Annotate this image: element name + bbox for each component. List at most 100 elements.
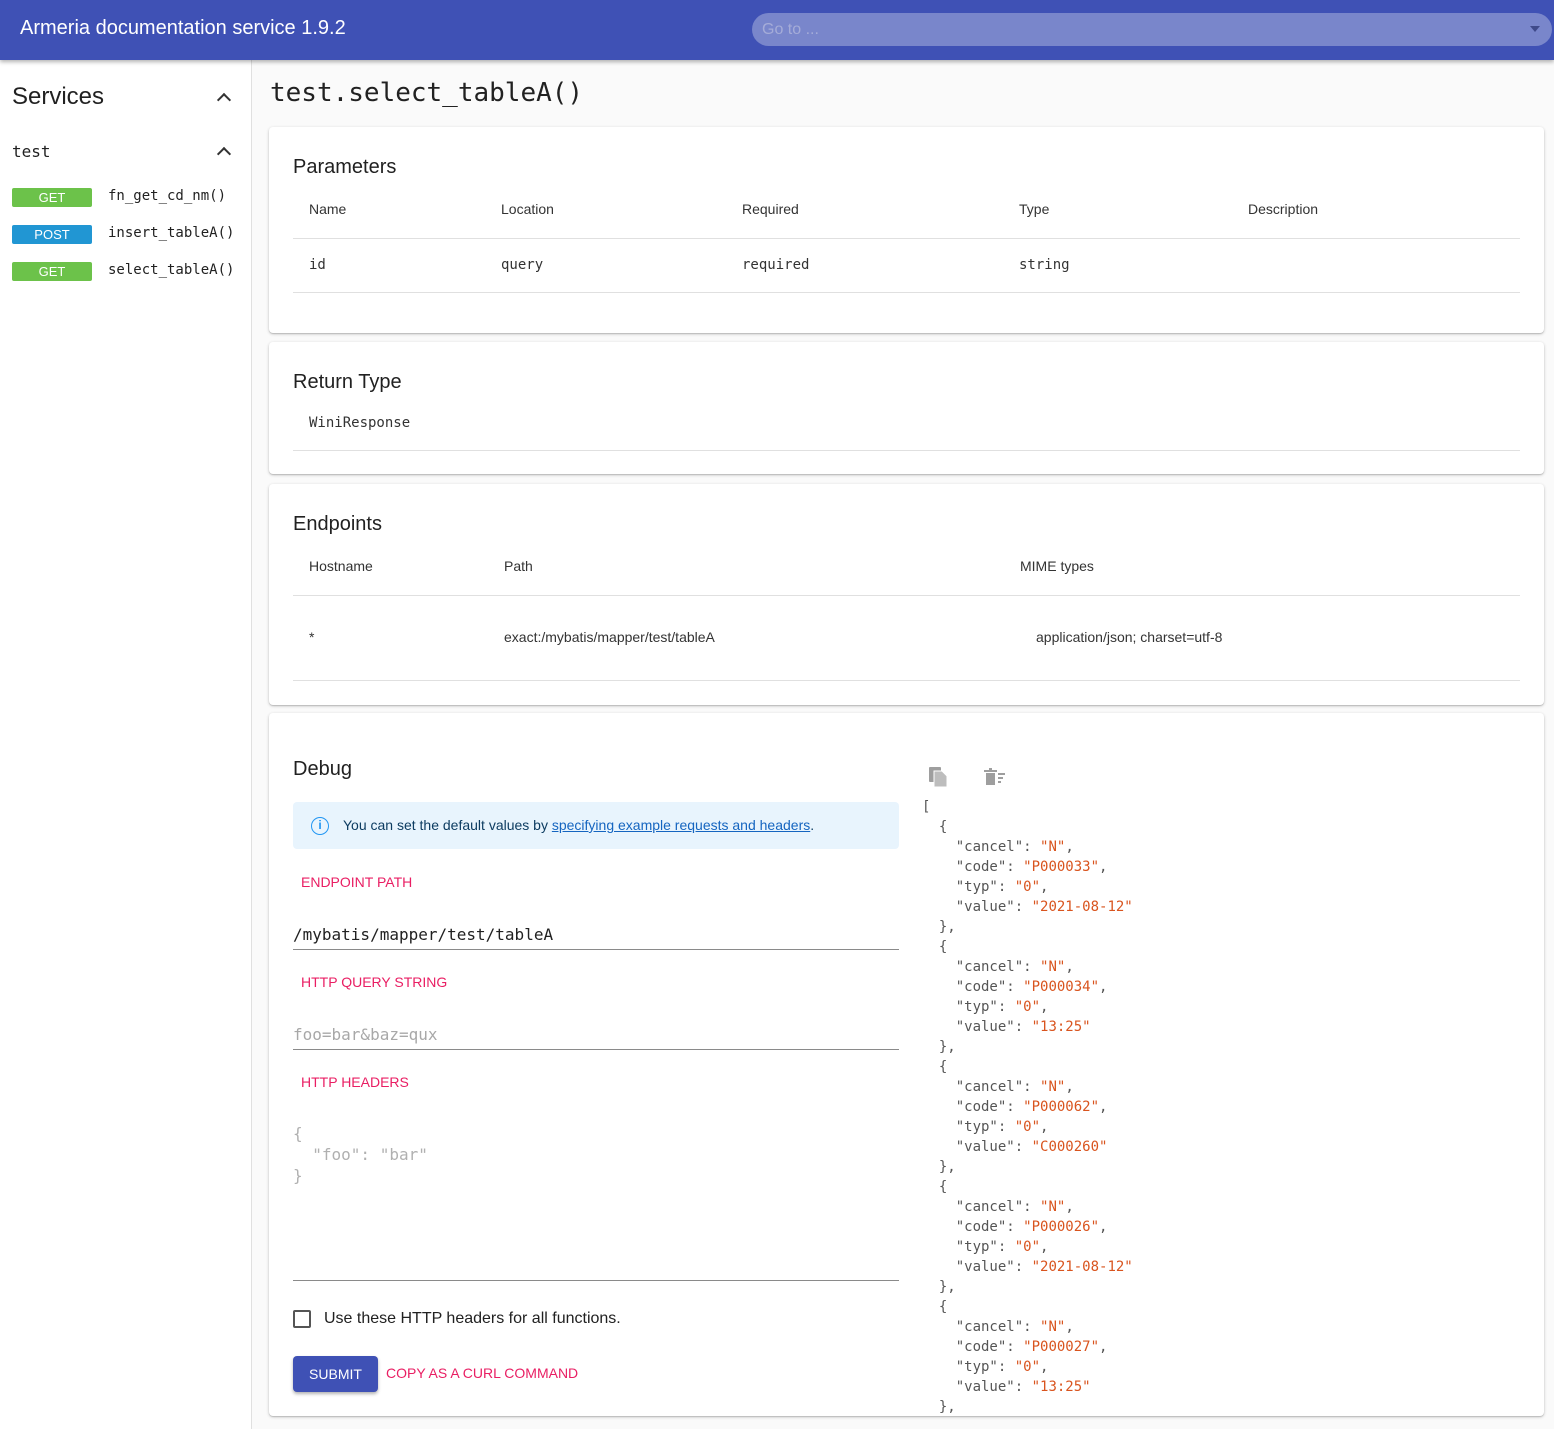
json-key: "code" bbox=[955, 1219, 1007, 1235]
query-string-input[interactable] bbox=[293, 1019, 899, 1049]
endpoints-heading: Endpoints bbox=[293, 513, 382, 535]
example-requests-link[interactable]: specifying example requests and headers bbox=[552, 817, 810, 833]
goto-input[interactable] bbox=[762, 13, 1522, 46]
app-title: Armeria documentation service 1.9.2 bbox=[20, 17, 346, 39]
column-header: Path bbox=[504, 558, 533, 574]
json-value: "P000026" bbox=[1023, 1219, 1100, 1235]
debug-heading: Debug bbox=[293, 758, 352, 780]
param-location: query bbox=[501, 257, 544, 273]
param-type: string bbox=[1019, 257, 1070, 273]
app-bar: Armeria documentation service 1.9.2 bbox=[0, 0, 1554, 60]
json-value: "2021-08-12" bbox=[1031, 899, 1133, 915]
http-headers-textarea[interactable]: { "foo": "bar" } bbox=[293, 1123, 428, 1186]
json-key: "typ" bbox=[955, 1239, 998, 1255]
use-headers-label[interactable]: Use these HTTP headers for all functions… bbox=[324, 1310, 621, 1328]
use-headers-checkbox[interactable] bbox=[293, 1310, 311, 1328]
json-key: "typ" bbox=[955, 1359, 998, 1375]
endpoint-hostname: * bbox=[309, 629, 315, 645]
sidebar-item-insert-tablea[interactable]: insert_tableA() bbox=[108, 225, 234, 241]
chevron-up-icon[interactable] bbox=[216, 146, 232, 162]
divider bbox=[293, 450, 1520, 451]
return-type-card: Return Type WiniResponse bbox=[269, 342, 1544, 474]
json-key: "cancel" bbox=[955, 959, 1024, 975]
json-key: "code" bbox=[955, 1339, 1007, 1355]
parameters-card: Parameters Name Location Required Type D… bbox=[269, 127, 1544, 333]
json-key: "code" bbox=[955, 979, 1007, 995]
json-value: "N" bbox=[1040, 1319, 1066, 1335]
service-group-test[interactable]: test bbox=[12, 142, 51, 161]
goto-search[interactable] bbox=[752, 13, 1552, 46]
json-key: "code" bbox=[955, 1099, 1007, 1115]
json-key: "cancel" bbox=[955, 839, 1024, 855]
info-text: You can set the default values by specif… bbox=[343, 817, 814, 833]
method-badge-get: GET bbox=[12, 188, 92, 207]
parameters-heading: Parameters bbox=[293, 156, 397, 178]
json-value: "P000033" bbox=[1023, 859, 1100, 875]
json-key: "value" bbox=[955, 1139, 1015, 1155]
column-header: Location bbox=[501, 201, 554, 217]
endpoint-path: exact:/mybatis/mapper/test/tableA bbox=[504, 629, 715, 645]
http-headers-label: HTTP HEADERS bbox=[301, 1074, 409, 1090]
json-value: "N" bbox=[1040, 959, 1066, 975]
json-value: "C000260" bbox=[1031, 1139, 1108, 1155]
json-key: "value" bbox=[955, 1379, 1015, 1395]
copy-icon[interactable] bbox=[928, 766, 948, 793]
method-badge-post: POST bbox=[12, 225, 92, 244]
json-value: "N" bbox=[1040, 1199, 1066, 1215]
services-heading[interactable]: Services bbox=[12, 83, 104, 111]
sidebar-item-fn-get-cd-nm[interactable]: fn_get_cd_nm() bbox=[108, 188, 226, 204]
json-value: "13:25" bbox=[1031, 1019, 1091, 1035]
json-key: "typ" bbox=[955, 999, 998, 1015]
dropdown-arrow-icon[interactable] bbox=[1530, 26, 1540, 32]
column-header: Hostname bbox=[309, 558, 373, 574]
divider bbox=[293, 680, 1520, 681]
json-value: "2021-08-12" bbox=[1031, 1259, 1133, 1275]
return-type-value: WiniResponse bbox=[309, 415, 411, 431]
json-value: "N" bbox=[1040, 1079, 1066, 1095]
method-badge-get: GET bbox=[12, 262, 92, 281]
json-value: "13:25" bbox=[1031, 1379, 1091, 1395]
column-header: Required bbox=[742, 201, 799, 217]
info-alert: i You can set the default values by spec… bbox=[293, 802, 899, 849]
json-value: "0" bbox=[1014, 879, 1041, 895]
info-text-prefix: You can set the default values by bbox=[343, 817, 552, 833]
query-string-field[interactable] bbox=[293, 1019, 899, 1050]
json-key: "cancel" bbox=[955, 1079, 1024, 1095]
json-key: "cancel" bbox=[955, 1199, 1024, 1215]
json-value: "0" bbox=[1014, 1239, 1041, 1255]
clear-icon[interactable] bbox=[984, 768, 1006, 791]
json-key: "code" bbox=[955, 859, 1007, 875]
response-json: [ { "cancel": "N", "code": "P000033", "t… bbox=[922, 799, 1133, 1415]
endpoints-card: Endpoints Hostname Path MIME types * exa… bbox=[269, 484, 1544, 705]
sidebar-item-select-tablea[interactable]: select_tableA() bbox=[108, 262, 234, 278]
endpoint-path-input[interactable] bbox=[293, 919, 899, 949]
divider bbox=[293, 292, 1520, 293]
column-header: MIME types bbox=[1020, 558, 1094, 574]
param-required: required bbox=[742, 257, 810, 273]
json-key: "cancel" bbox=[955, 1319, 1024, 1335]
endpoint-mime: application/json; charset=utf-8 bbox=[1036, 629, 1223, 645]
return-type-heading: Return Type bbox=[293, 371, 402, 393]
copy-curl-button[interactable]: COPY AS A CURL COMMAND bbox=[386, 1365, 578, 1381]
debug-card: Debug i You can set the default values b… bbox=[269, 713, 1544, 1416]
divider bbox=[293, 238, 1520, 239]
chevron-up-icon[interactable] bbox=[216, 92, 232, 108]
query-string-label: HTTP QUERY STRING bbox=[301, 974, 448, 990]
param-name: id bbox=[309, 257, 326, 273]
json-key: "value" bbox=[955, 1259, 1015, 1275]
json-value: "0" bbox=[1014, 999, 1041, 1015]
json-value: "0" bbox=[1014, 1359, 1041, 1375]
page-title: test.select_tableA() bbox=[270, 78, 584, 108]
headers-underline bbox=[293, 1280, 899, 1281]
submit-button[interactable]: SUBMIT bbox=[293, 1356, 378, 1392]
json-key: "typ" bbox=[955, 879, 998, 895]
column-header: Name bbox=[309, 201, 347, 217]
json-key: "value" bbox=[955, 899, 1015, 915]
info-icon: i bbox=[311, 817, 329, 835]
json-value: "P000062" bbox=[1023, 1099, 1100, 1115]
info-text-suffix: . bbox=[810, 817, 815, 833]
json-value: "P000027" bbox=[1023, 1339, 1100, 1355]
json-value: "N" bbox=[1040, 839, 1066, 855]
json-value: "0" bbox=[1014, 1119, 1041, 1135]
endpoint-path-field[interactable] bbox=[293, 919, 899, 950]
